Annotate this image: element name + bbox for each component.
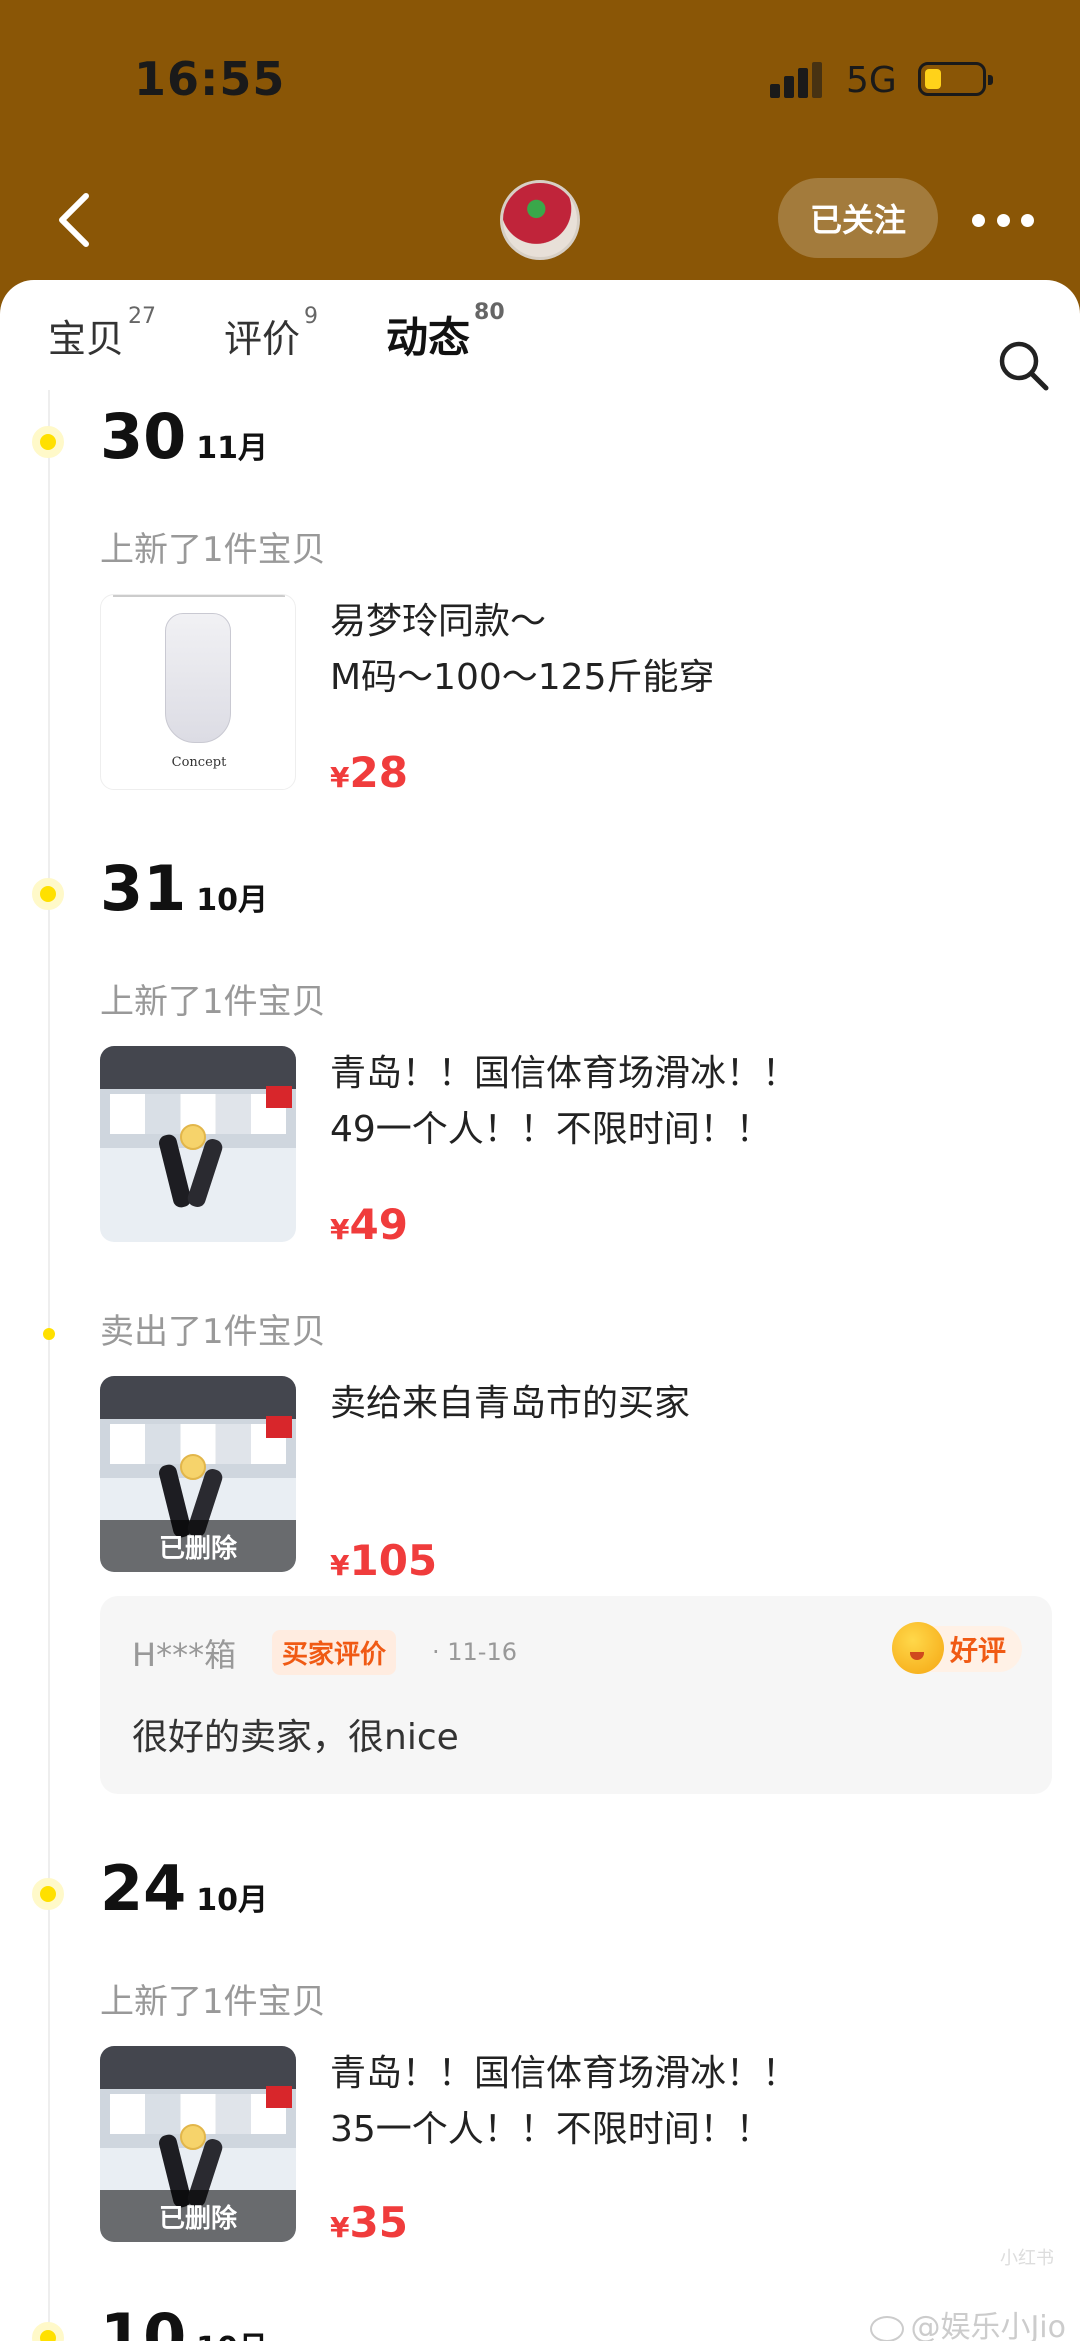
date-month: 10月 <box>196 2331 268 2341</box>
rating-badge: 好评 <box>891 1622 1022 1674</box>
review-date: · 11-16 <box>432 1638 517 1666</box>
tab-reviews[interactable]: 评价9 <box>224 304 318 363</box>
timeline-dot <box>32 426 64 458</box>
currency-symbol: ¥ <box>330 1549 350 1582</box>
timeline-dot <box>32 878 64 910</box>
price-value: 105 <box>349 1536 438 1585</box>
product-description[interactable]: 易梦玲同款～ M码～100～125斤能穿 <box>330 594 715 706</box>
price-value: 49 <box>349 1200 408 1249</box>
product-price: ¥105 <box>330 1536 437 1585</box>
shop-avatar[interactable] <box>500 180 580 260</box>
product-price: ¥49 <box>330 1200 408 1249</box>
deleted-overlay: 已删除 <box>100 2190 296 2242</box>
review-text: 很好的卖家，很nice <box>132 1717 459 1758</box>
tab-label: 宝贝 <box>48 317 125 361</box>
date-day: 30 <box>100 400 187 473</box>
currency-symbol: ¥ <box>330 761 350 794</box>
date-header: 31 10月 <box>100 852 268 925</box>
date-day: 24 <box>100 1852 187 1925</box>
price-value: 28 <box>349 748 408 797</box>
weibo-logo-icon <box>870 2315 905 2341</box>
tab-items[interactable]: 宝贝27 <box>48 304 156 363</box>
more-icon[interactable] <box>972 200 1034 240</box>
smile-emoji-icon <box>891 1622 944 1674</box>
product-description[interactable]: 青岛！！国信体育场滑冰！！ 49一个人！！不限时间！！ <box>330 1046 798 1158</box>
review-tag: 买家评价 <box>272 1630 397 1675</box>
status-time: 16:55 <box>134 52 286 106</box>
tab-bar: 宝贝27 评价9 动态80 <box>0 300 1080 398</box>
signal-icon <box>770 62 826 98</box>
currency-symbol: ¥ <box>330 2211 350 2244</box>
tab-count: 80 <box>474 300 505 325</box>
date-header: 10 10月 <box>100 2300 268 2341</box>
event-label: 卖出了1件宝贝 <box>100 1312 326 1352</box>
tab-count: 27 <box>128 304 157 329</box>
product-price: ¥35 <box>330 2198 408 2247</box>
watermark-small: 小红书 <box>1000 2248 1054 2269</box>
back-arrow-icon[interactable] <box>50 190 100 250</box>
follow-button[interactable]: 已关注 <box>778 178 938 258</box>
watermark: @娱乐小Jio <box>870 2302 1066 2341</box>
date-day: 31 <box>100 852 187 925</box>
date-header: 24 10月 <box>100 1852 268 1925</box>
product-price: ¥28 <box>330 748 408 797</box>
event-label: 上新了1件宝贝 <box>100 982 326 1022</box>
tab-count: 9 <box>304 304 319 329</box>
product-description[interactable]: 青岛！！国信体育场滑冰！！ 35一个人！！不限时间！！ <box>330 2046 798 2158</box>
date-month: 10月 <box>196 883 269 918</box>
tab-label: 评价 <box>224 317 301 361</box>
tab-label: 动态 <box>383 304 473 365</box>
timeline-line <box>48 390 50 2341</box>
currency-symbol: ¥ <box>330 1213 350 1246</box>
date-month: 11月 <box>196 431 269 466</box>
reviewer-name: H***箱 <box>132 1636 237 1674</box>
event-label: 上新了1件宝贝 <box>100 1982 326 2022</box>
product-thumbnail[interactable]: 已删除 <box>100 2046 296 2242</box>
buyer-review[interactable]: H***箱 买家评价 · 11-16 好评 很好的卖家，很nice <box>100 1596 1052 1794</box>
battery-icon <box>918 62 993 96</box>
timeline-dot <box>43 1328 55 1340</box>
watermark-text: @娱乐小Jio <box>910 2310 1066 2341</box>
thumbnail-brand: Concept <box>171 755 227 770</box>
deleted-overlay: 已删除 <box>100 1520 296 1572</box>
date-header: 30 11月 <box>100 400 268 473</box>
product-thumbnail[interactable]: Concept <box>100 594 296 790</box>
product-thumbnail[interactable]: 已删除 <box>100 1376 296 1572</box>
sale-description: 卖给来自青岛市的买家 <box>330 1383 691 1424</box>
search-icon[interactable] <box>996 338 1050 392</box>
product-thumbnail[interactable] <box>100 1046 296 1242</box>
network-type: 5G <box>846 60 897 101</box>
timeline-dot <box>32 1878 64 1910</box>
status-bar: 16:55 5G <box>0 0 1080 160</box>
date-day: 10 <box>100 2300 187 2341</box>
rating-label: 好评 <box>949 1634 1006 1667</box>
event-label: 上新了1件宝贝 <box>100 530 326 570</box>
tab-activity[interactable]: 动态80 <box>383 300 505 365</box>
price-value: 35 <box>349 2198 408 2247</box>
date-month: 10月 <box>196 1883 269 1918</box>
